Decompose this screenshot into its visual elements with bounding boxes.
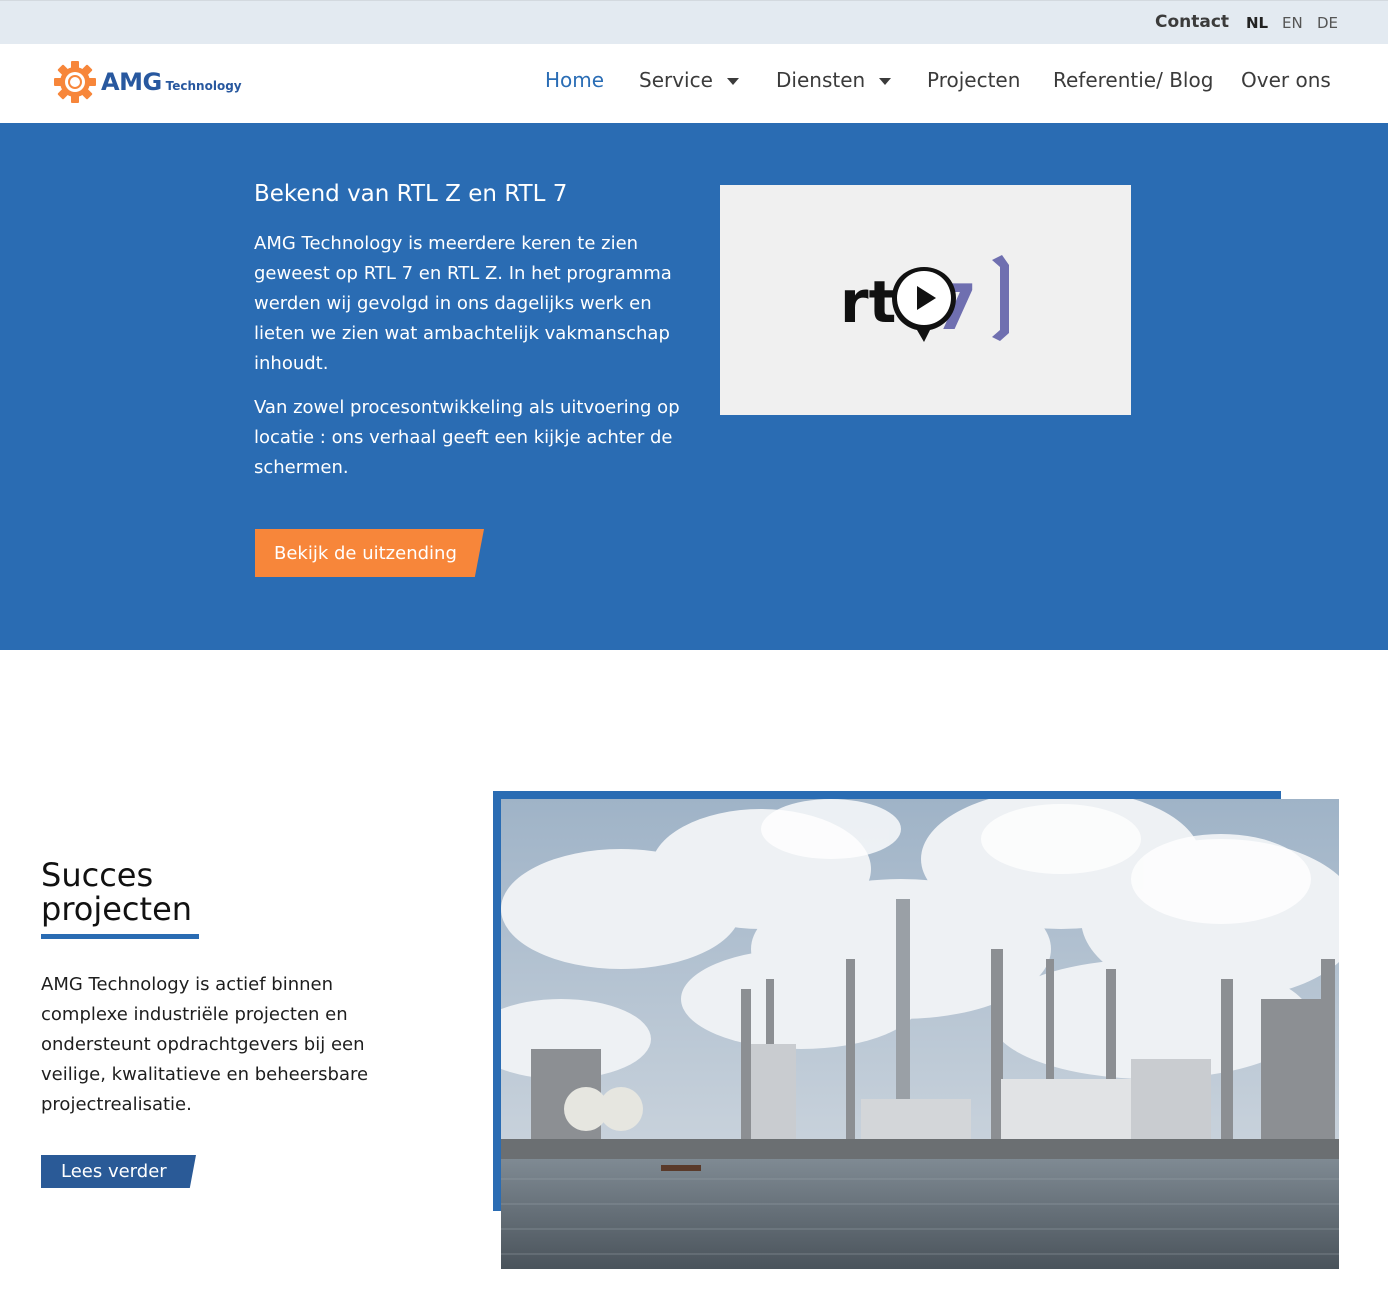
read-more-button[interactable]: Lees verder — [41, 1155, 196, 1188]
logo-text: AMG — [101, 68, 162, 96]
nav-over-ons[interactable]: Over ons — [1241, 68, 1331, 92]
nav-service[interactable]: Service — [639, 68, 739, 92]
hero-title: Bekend van RTL Z en RTL 7 — [254, 181, 568, 207]
nav-over-ons-label: Over ons — [1241, 68, 1331, 92]
projects-title-line-1: Succes — [41, 856, 154, 894]
video-player[interactable]: rt 7 — [720, 185, 1131, 415]
read-more-label: Lees verder — [61, 1161, 167, 1182]
nav-diensten-label: Diensten — [776, 68, 866, 92]
contact-link[interactable]: Contact — [1155, 12, 1229, 32]
svg-text:rt: rt — [840, 268, 896, 336]
nav-referentie-blog-label: Referentie/ Blog — [1053, 68, 1214, 92]
gear-logo-icon — [54, 61, 96, 103]
site-logo[interactable]: AMG Technology — [52, 58, 242, 106]
lang-de[interactable]: DE — [1317, 14, 1338, 32]
nav-diensten[interactable]: Diensten — [776, 68, 892, 92]
nav-referentie-blog[interactable]: Referentie/ Blog — [1053, 68, 1213, 92]
title-underline — [41, 934, 199, 939]
industrial-plant-image — [501, 799, 1339, 1269]
nav-projecten-label: Projecten — [927, 68, 1021, 92]
site-header: AMG Technology Home Service Diensten Pro… — [0, 44, 1388, 123]
logo-subtext: Technology — [165, 79, 242, 93]
nav-home[interactable]: Home — [545, 68, 604, 92]
projects-title-line-2: projecten — [41, 890, 193, 928]
projects-description: AMG Technology is actief binnen complexe… — [41, 974, 369, 1115]
top-utility-bar: Contact NL EN DE — [0, 0, 1388, 44]
watch-broadcast-button[interactable]: Bekijk de uitzending — [255, 529, 484, 577]
projects-title: Succes projecten — [41, 858, 192, 926]
hero-section: Bekend van RTL Z en RTL 7 AMG Technology… — [0, 123, 1388, 650]
nav-projecten[interactable]: Projecten — [927, 68, 1020, 92]
watch-broadcast-label: Bekijk de uitzending — [274, 542, 457, 564]
hero-paragraph-2: Van zowel procesontwikkeling als uitvoer… — [254, 397, 680, 478]
lang-en[interactable]: EN — [1282, 14, 1303, 32]
caret-down-icon — [726, 77, 739, 85]
nav-home-label: Home — [545, 68, 605, 92]
caret-down-icon — [879, 77, 892, 85]
nav-service-label: Service — [639, 68, 713, 92]
industrial-plant-photo — [501, 799, 1339, 1269]
rtl7-video-thumbnail: rt 7 — [840, 255, 1009, 344]
hero-paragraph-1: AMG Technology is meerdere keren te zien… — [254, 233, 672, 374]
lang-nl[interactable]: NL — [1246, 14, 1268, 32]
